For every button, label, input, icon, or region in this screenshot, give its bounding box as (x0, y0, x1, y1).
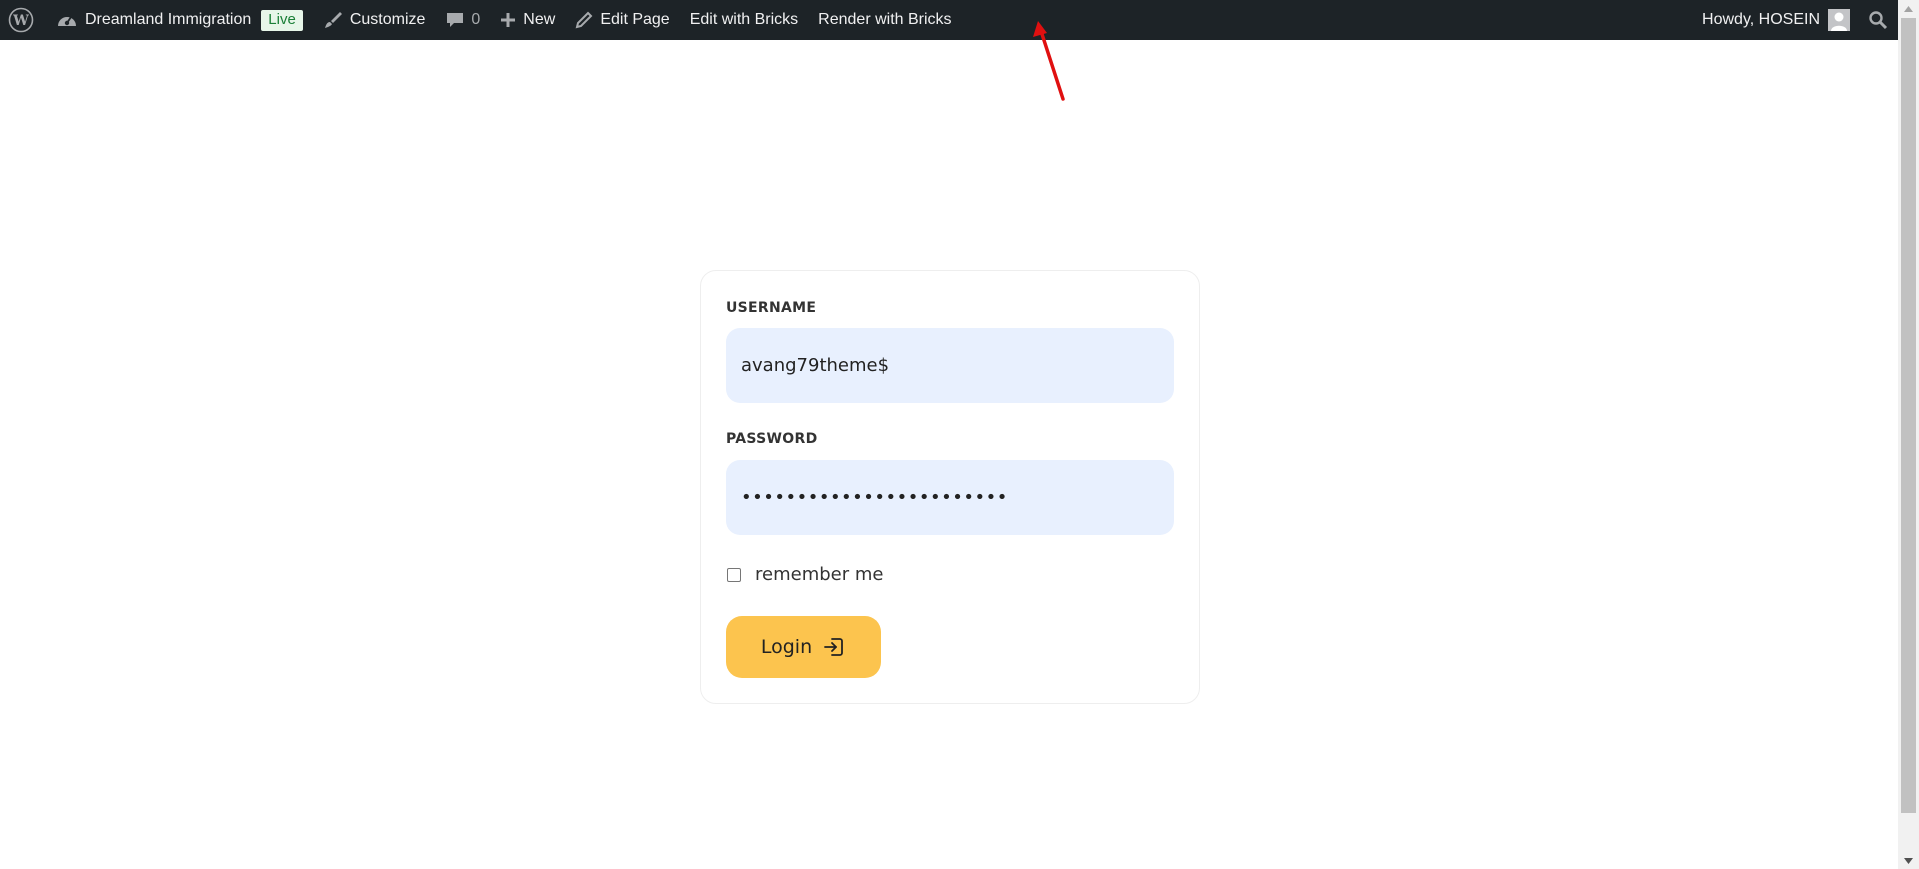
new-label: New (523, 11, 556, 28)
pencil-icon (575, 11, 593, 29)
my-account-menu[interactable]: Howdy, HOSEIN (1692, 0, 1862, 40)
wp-admin-bar: W Dreamland Immigration Live Customize 0… (0, 0, 1898, 40)
remember-me-label[interactable]: remember me (755, 564, 883, 585)
wordpress-logo-icon: W (8, 7, 34, 33)
red-arrow-annotation (1033, 21, 1065, 101)
wordpress-logo-menu[interactable]: W (0, 0, 46, 40)
howdy-label: Howdy, HOSEIN (1702, 11, 1820, 28)
remember-me-row: remember me (727, 564, 883, 585)
scroll-up-arrow-icon[interactable] (1898, 0, 1919, 17)
admin-search-button[interactable] (1862, 0, 1898, 40)
comments-count: 0 (471, 11, 481, 28)
login-button[interactable]: Login (726, 616, 881, 678)
new-content-menu[interactable]: New (490, 0, 565, 40)
site-name-label: Dreamland Immigration (85, 11, 252, 28)
comments-link[interactable]: 0 (435, 0, 490, 40)
remember-me-checkbox[interactable] (727, 567, 741, 582)
search-icon (1868, 10, 1888, 30)
render-with-bricks-link[interactable]: Render with Bricks (808, 0, 961, 40)
edit-with-bricks-label: Edit with Bricks (689, 11, 799, 28)
login-button-label: Login (760, 636, 813, 658)
scroll-down-arrow-icon[interactable] (1898, 852, 1919, 869)
scrollbar-thumb[interactable] (1901, 18, 1916, 813)
svg-text:W: W (12, 13, 29, 29)
dashboard-gauge-icon (56, 11, 78, 29)
username-input[interactable]: avang79theme$ (726, 328, 1174, 403)
login-arrow-icon (822, 635, 846, 659)
customize-link[interactable]: Customize (313, 0, 436, 40)
render-with-bricks-label: Render with Bricks (818, 11, 952, 28)
live-status-badge: Live (261, 9, 303, 31)
edit-page-label: Edit Page (600, 11, 670, 28)
password-input[interactable]: •••••••••••••••••••••••• (726, 460, 1174, 535)
username-label: USERNAME (726, 300, 817, 316)
login-form-card: USERNAME avang79theme$ PASSWORD ••••••••… (700, 270, 1200, 704)
customize-label: Customize (349, 11, 426, 28)
edit-with-bricks-link[interactable]: Edit with Bricks (680, 0, 808, 40)
avatar (1828, 9, 1850, 31)
site-name-menu[interactable]: Dreamland Immigration Live (46, 0, 313, 40)
paintbrush-icon (323, 10, 343, 30)
plus-icon (500, 12, 516, 28)
page-scrollbar[interactable] (1898, 0, 1919, 869)
edit-page-link[interactable]: Edit Page (565, 0, 679, 40)
password-label: PASSWORD (726, 431, 818, 447)
comment-bubble-icon (445, 10, 465, 30)
